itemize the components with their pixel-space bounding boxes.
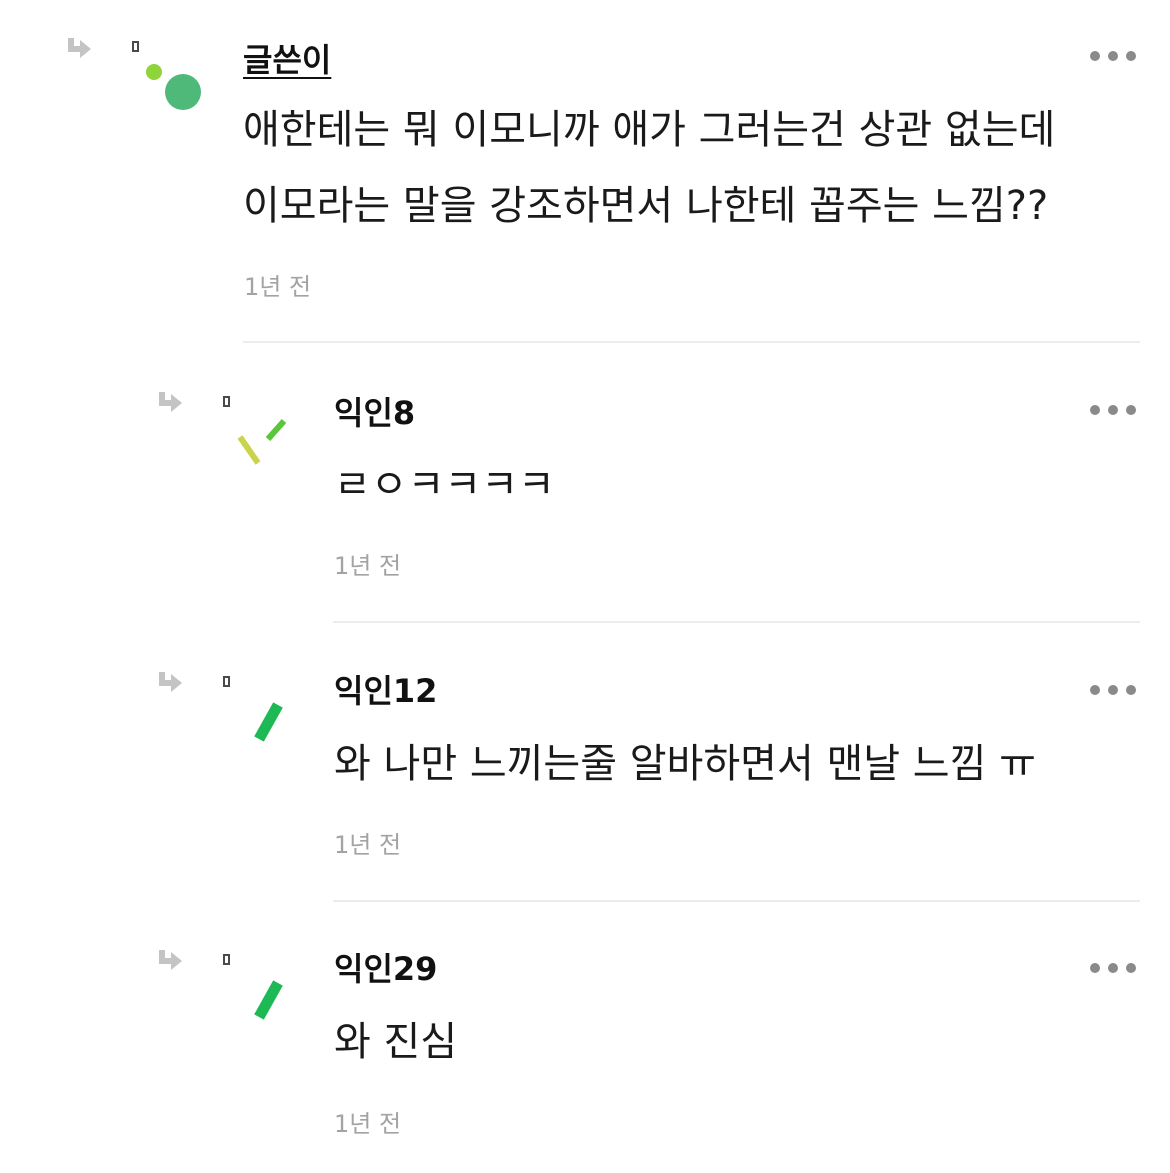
timestamp: 1년 전 [334,1110,402,1138]
dot-icon [1090,963,1100,973]
dot-icon [1090,51,1100,61]
username[interactable]: 익인8 [334,393,415,433]
comment: 익인8 ㄹㅇㅋㅋㅋㅋ 1년 전 [0,345,1170,625]
timestamp: 1년 전 [334,552,402,580]
avatar[interactable] [140,58,220,138]
reply-arrow-icon [159,392,182,412]
small-square-icon [223,396,230,407]
comment: 익인29 와 진심 1년 전 [0,903,1170,1173]
small-square-icon [223,676,230,687]
more-options-button[interactable] [1090,400,1140,420]
dot-icon [1126,405,1136,415]
dot-icon [1090,405,1100,415]
comment-text-line: 이모라는 말을 강조하면서 나한테 꼽주는 느낌?? [243,183,1049,229]
avatar[interactable] [228,971,308,1051]
username[interactable]: 글쓴이 [243,40,331,80]
avatar[interactable] [228,693,308,773]
comment-text-line: 애한테는 뭐 이모니까 애가 그러는건 상관 없는데 [243,107,1056,153]
divider [243,341,1140,343]
comment-text-line: ㄹㅇㅋㅋㅋㅋ [334,462,555,508]
divider [333,900,1140,902]
dot-icon [1108,963,1118,973]
reply-arrow-icon [159,672,182,692]
comment-text-line: 와 나만 느끼는줄 알바하면서 맨날 느낌 ㅠ [334,741,1036,787]
small-square-icon [132,41,139,52]
dot-icon [1126,685,1136,695]
comment: 익인12 와 나만 느끼는줄 알바하면서 맨날 느낌 ㅠ 1년 전 [0,625,1170,903]
comment: 글쓴이 애한테는 뭐 이모니까 애가 그러는건 상관 없는데 이모라는 말을 강… [0,0,1170,345]
reply-arrow-icon [159,950,182,970]
username[interactable]: 익인12 [334,671,437,711]
dot-icon [1108,405,1118,415]
dot-icon [1108,51,1118,61]
username[interactable]: 익인29 [334,949,437,989]
dot-icon [1126,51,1136,61]
dot-icon [1126,963,1136,973]
avatar[interactable] [228,411,308,491]
more-options-button[interactable] [1090,680,1140,700]
more-options-button[interactable] [1090,46,1140,66]
divider [333,621,1140,623]
timestamp: 1년 전 [334,831,402,859]
timestamp: 1년 전 [244,273,312,301]
small-square-icon [223,954,230,965]
dot-icon [1108,685,1118,695]
more-options-button[interactable] [1090,958,1140,978]
comment-text-line: 와 진심 [334,1019,458,1065]
reply-arrow-icon [68,38,91,58]
dot-icon [1090,685,1100,695]
